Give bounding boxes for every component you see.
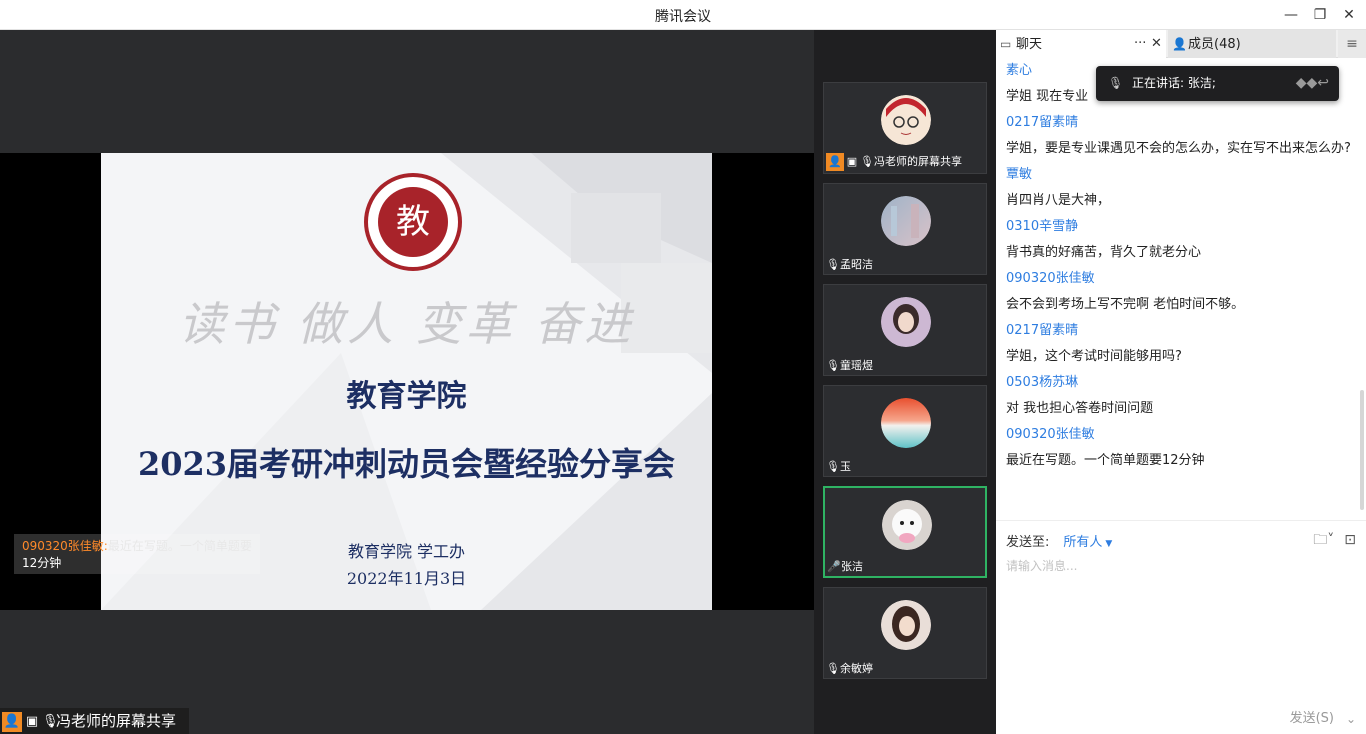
screenshot-icon[interactable]: ⊡ [1344,532,1356,548]
mic-muted-icon: 🎙 [1108,76,1124,90]
mic-muted-icon: 🎙 [42,713,59,729]
participant-name: 🎤张洁 [827,560,863,573]
mic-icon: 🎤 [827,560,841,573]
send-button[interactable]: 发送(S) [1290,707,1334,726]
avatar [882,500,932,550]
screen-share-label: 👤 ▣ 🎙冯老师的屏幕共享 [0,708,189,734]
send-to-selector[interactable]: 发送至: 所有人 ▼ [1006,531,1112,550]
side-panel: ▭ 聊天 ··· ✕ 👤成员(48) ≡ 素心 学姐 现在专业 0217留素晴 学… [996,30,1366,734]
school-seal-logo: 教 [364,173,462,271]
participant-tile[interactable]: 🎙童瑶煜 [823,284,987,376]
minimize-icon[interactable]: — [1280,4,1302,26]
menu-icon[interactable]: ≡ [1338,30,1366,58]
send-to-target[interactable]: 所有人 [1063,535,1102,550]
message-text: 肖四肖八是大神， [1006,193,1111,208]
chat-composer: 发送至: 所有人 ▼ 🗀˅ ⊡ 请输入消息... 发送(S) ⌄ [996,520,1366,734]
window-title: 腾讯会议 [655,9,711,25]
participant-tile[interactable]: 👤 ▣ 🎙冯老师的屏幕共享 [823,82,987,174]
mic-muted-icon: 🎙 [826,359,840,372]
pin-icon[interactable]: ◆◆↩ [1296,66,1329,101]
chat-bullet-overlay: 090320张佳敏:最近在写题。一个简单题要 12分钟 [14,534,260,574]
message-text: 学姐，要是专业课遇见不会的怎么办，实在写不出来怎么办? [1006,141,1351,156]
person-icon: 👤 [1172,37,1187,51]
avatar [881,600,931,650]
message-text: 学姐，这个考试时间能够用吗? [1006,349,1182,364]
speaking-text: 正在讲话: 张洁; [1132,76,1216,90]
avatar [881,95,931,145]
folder-icon[interactable]: 🗀˅ [1313,532,1334,548]
slide-department: 教育学院 [346,379,467,414]
seal-mark: 教 [378,187,448,257]
mic-muted-icon: 🎙 [826,258,840,271]
message-text: 会不会到考场上写不完啊 老怕时间不够。 [1006,297,1245,312]
participant-tile-active-speaker[interactable]: 🎤张洁 [823,486,987,578]
participant-name: 🎙玉 [826,460,851,473]
avatar [881,297,931,347]
title-bar: 腾讯会议 — ❐ ✕ [0,0,1366,30]
participant-name: 🎙孟昭洁 [826,258,873,271]
panel-tabs: ▭ 聊天 ··· ✕ 👤成员(48) ≡ [996,30,1366,58]
composer-tools: 🗀˅ ⊡ [1303,529,1356,553]
participant-tile[interactable]: 🎙孟昭洁 [823,183,987,275]
message-sender: 090320张佳敏 [1006,271,1095,286]
message-sender: 0503杨苏琳 [1006,375,1079,390]
user-icon: 👤 [2,711,22,732]
chat-icon: ▭ [1000,37,1012,51]
message-text: 对 我也担心答卷时间问题 [1006,401,1154,416]
screen-share-stage: 教 读书 做人 变革 奋进 教育学院 2023届考研冲刺动员会暨经验分享会 教育… [0,30,814,734]
screen-icon: ▣ [846,155,858,168]
slide-motto: 读书 做人 变革 奋进 [178,297,635,351]
message-text: 最近在写题。一个简单题要12分钟 [1006,453,1205,468]
more-icon[interactable]: ··· [1134,30,1150,58]
chat-input[interactable]: 请输入消息... [1006,557,1356,574]
message-sender: 0217留素晴 [1006,323,1079,338]
speaking-indicator: 🎙 正在讲话: 张洁; ◆◆↩ [1096,66,1339,101]
mic-muted-icon: 🎙 [860,155,874,168]
message-sender: 090320张佳敏 [1006,427,1095,442]
message-sender: 0310辛雪静 [1006,219,1079,234]
bullet-sender: 090320张佳敏: [22,539,108,553]
message-sender: 覃敏 [1006,167,1033,182]
message-text: 背书真的好痛苦，背久了就老分心 [1006,245,1202,260]
participant-name: 👤 ▣ 🎙冯老师的屏幕共享 [826,153,962,171]
mic-muted-icon: 🎙 [826,662,840,675]
chat-message-list[interactable]: 素心 学姐 现在专业 0217留素晴 学姐，要是专业课遇见不会的怎么办，实在写不… [1006,58,1358,474]
chevron-down-icon[interactable]: ⌄ [1346,712,1356,726]
slide-event-title: 2023届考研冲刺动员会暨经验分享会 [137,445,676,483]
user-icon: 👤 [826,153,844,171]
participant-tile[interactable]: 🎙玉 [823,385,987,477]
bullet-message: 最近在写题。一个简单题要 [107,539,252,553]
participant-tiles[interactable]: 👤 ▣ 🎙冯老师的屏幕共享 🎙孟昭洁 🎙童瑶煜 🎙玉 🎤张洁 🎙余敏婷 [814,30,996,734]
screen-icon: ▣ [25,713,39,729]
close-tab-icon[interactable]: ✕ [1151,30,1165,58]
share-label-text: 冯老师的屏幕共享 [56,712,177,730]
close-icon[interactable]: ✕ [1338,4,1360,26]
mic-muted-icon: 🎙 [826,460,840,473]
chat-scrollbar[interactable] [1360,390,1364,510]
caret-down-icon[interactable]: ▼ [1105,539,1112,549]
avatar [881,398,931,448]
message-sender: 0217留素晴 [1006,115,1079,130]
restore-icon[interactable]: ❐ [1309,4,1331,26]
participant-tile[interactable]: 🎙余敏婷 [823,587,987,679]
tab-members[interactable]: 👤成员(48) [1168,30,1336,58]
participant-name: 🎙童瑶煜 [826,359,873,372]
participant-name: 🎙余敏婷 [826,662,873,675]
bullet-message-cont: 12分钟 [22,556,62,570]
avatar [881,196,931,246]
